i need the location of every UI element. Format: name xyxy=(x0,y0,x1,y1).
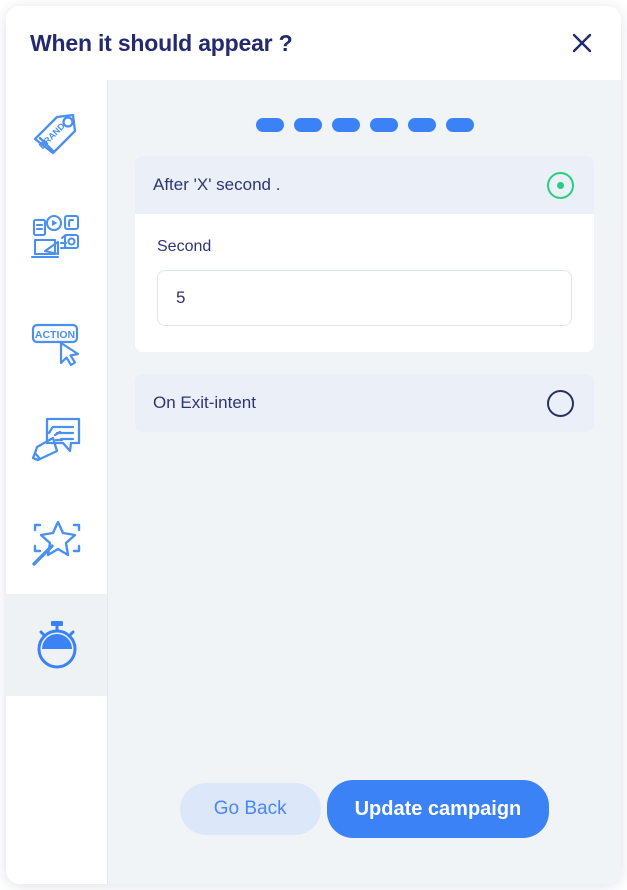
option-on-exit-intent-header[interactable]: On Exit-intent xyxy=(135,374,594,432)
page-title: When it should appear ? xyxy=(30,29,293,56)
magic-wand-icon xyxy=(31,520,80,566)
second-input-panel: Second xyxy=(135,214,594,352)
option-after-x-second-radio[interactable] xyxy=(547,171,574,199)
step-pill-3[interactable] xyxy=(331,118,360,132)
step-pill-6[interactable] xyxy=(445,118,474,132)
svg-text:BRAND: BRAND xyxy=(36,121,66,151)
second-field-label: Second xyxy=(157,238,212,255)
step-pill-1[interactable] xyxy=(255,118,284,132)
second-input[interactable] xyxy=(157,270,572,326)
trigger-options: After 'X' second . Second On Exit-intent xyxy=(108,156,621,454)
step-indicator xyxy=(108,80,621,156)
option-after-x-second-header[interactable]: After 'X' second . xyxy=(135,156,594,214)
close-button[interactable] xyxy=(565,26,599,60)
update-campaign-button[interactable]: Update campaign xyxy=(326,780,550,838)
svg-text:ACTION: ACTION xyxy=(34,329,74,341)
megaphone-message-icon xyxy=(31,417,80,462)
sidebar-item-action[interactable]: ACTION xyxy=(6,288,107,390)
step-pill-5[interactable] xyxy=(407,118,436,132)
dialog-header: When it should appear ? xyxy=(6,6,621,80)
option-on-exit-intent: On Exit-intent xyxy=(135,374,594,432)
sidebar-item-design[interactable] xyxy=(6,492,107,594)
step-pill-4[interactable] xyxy=(369,118,398,132)
step-pill-2[interactable] xyxy=(293,118,322,132)
sidebar-item-timing[interactable] xyxy=(6,594,107,696)
option-after-x-second: After 'X' second . Second xyxy=(135,156,594,352)
marketing-media-icon xyxy=(30,214,79,259)
close-icon xyxy=(572,33,592,53)
option-on-exit-intent-radio[interactable] xyxy=(547,389,574,417)
when-it-should-appear-dialog: When it should appear ? BRAND ACTION Aft… xyxy=(6,6,621,884)
go-back-button[interactable]: Go Back xyxy=(179,783,321,835)
dialog-body: BRAND ACTION After 'X' second . Second 5… xyxy=(6,80,621,884)
option-on-exit-intent-label: On Exit-intent xyxy=(153,393,256,412)
sidebar-item-brand[interactable]: BRAND xyxy=(6,84,107,186)
brand-tag-icon: BRAND xyxy=(33,113,76,155)
sidebar-item-marketing[interactable] xyxy=(6,186,107,288)
stopwatch-icon xyxy=(37,621,76,669)
main-content: After 'X' second . Second On Exit-intent xyxy=(108,80,621,884)
option-after-x-second-label: After 'X' second . xyxy=(153,175,281,194)
dialog-footer: Go Back Update campaign xyxy=(108,780,621,884)
sidebar-item-message[interactable] xyxy=(6,390,107,492)
action-cursor-icon: ACTION xyxy=(31,323,79,367)
sidebar: BRAND ACTION xyxy=(6,80,108,884)
